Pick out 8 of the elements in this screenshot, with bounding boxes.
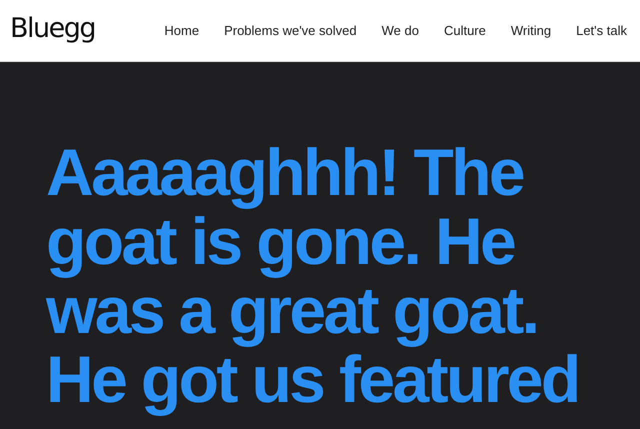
nav-link[interactable]: We do [382,23,419,38]
nav-link[interactable]: Home [164,23,200,38]
nav-link[interactable]: Writing [510,23,552,38]
nav-link[interactable]: Problems we've solved [224,23,357,38]
nav-link[interactable]: Let's talk [576,23,627,38]
nav-link[interactable]: Culture [444,23,486,38]
logo[interactable]: Bluegg [10,13,96,44]
hero-headline: Aaaaaghhh! The goat is gone. He was a great goat. He got us featured [46,138,580,414]
